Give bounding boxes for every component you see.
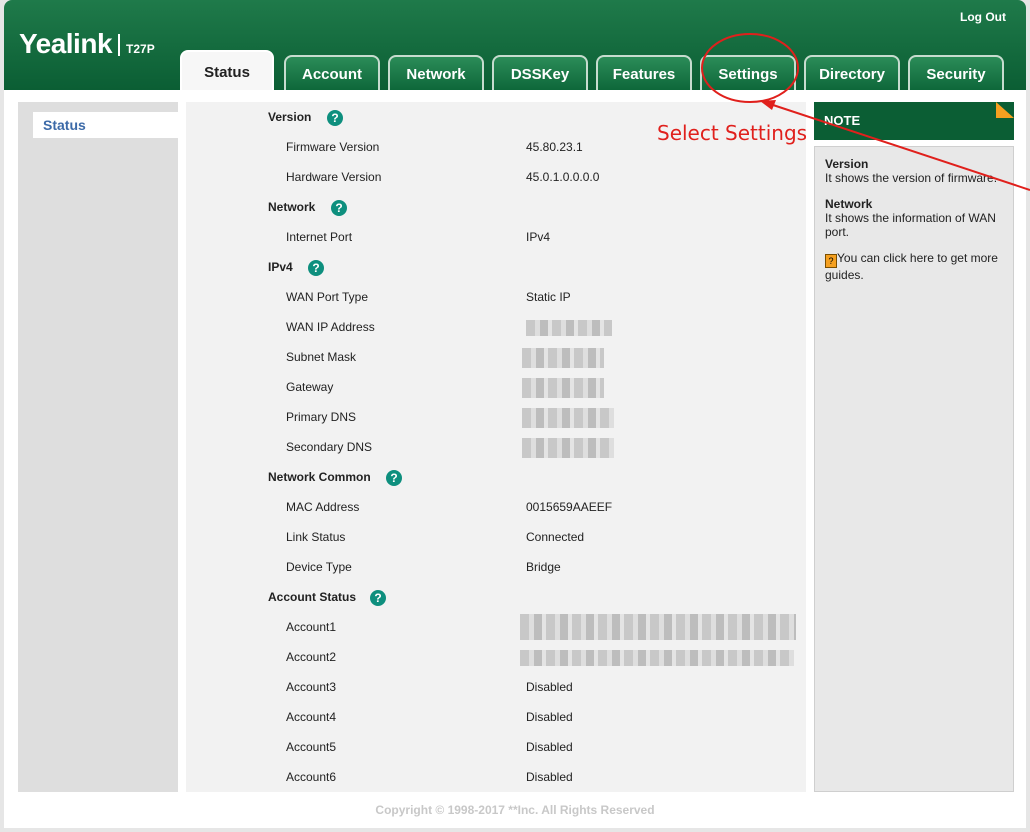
device-type-value: Bridge [526,560,561,574]
mac-address-label: MAC Address [286,500,360,514]
note-version-text: It shows the version of firmware. [825,171,998,185]
note-title: NOTE [824,113,861,128]
account6-label: Account6 [286,770,337,784]
firmware-version-value: 45.80.23.1 [526,140,583,154]
redacted-value [522,348,604,368]
guides-text[interactable]: You can click here to get more guides. [825,251,998,282]
note-header: NOTE [814,102,1014,140]
primary-dns-label: Primary DNS [286,410,357,424]
account3-label: Account3 [286,680,337,694]
firmware-version-label: Firmware Version [286,140,380,154]
tab-account[interactable]: Account [284,55,380,91]
status-panel: Version ? Firmware Version 45.80.23.1 Ha… [186,102,806,792]
help-icon[interactable]: ? [331,200,347,216]
note-network-text: It shows the information of WAN port. [825,211,996,239]
logout-link[interactable]: Log Out [960,10,1006,24]
tab-features[interactable]: Features [596,55,692,91]
section-ipv4-title: IPv4 [268,260,293,274]
note-version-title: Version [825,157,869,171]
account5-label: Account5 [286,740,337,754]
logo-text: Yealink [19,28,113,59]
mac-address-value: 0015659AAEEF [526,500,613,514]
note-network-title: Network [825,197,873,211]
redacted-value [526,320,612,336]
sidebar-item-status[interactable]: Status [33,112,178,138]
help-icon[interactable]: ? [327,110,343,126]
wan-ip-label: WAN IP Address [286,320,375,334]
hardware-version-value: 45.0.1.0.0.0.0 [526,170,600,184]
annotation-label: Select Settings [657,121,808,145]
wan-port-type-value: Static IP [526,290,571,304]
guides-link[interactable]: ? You can click here to get more guides. [825,251,1003,282]
internet-port-value: IPv4 [526,230,551,244]
redacted-value [520,650,794,666]
tab-directory[interactable]: Directory [804,55,900,91]
tab-dsskey[interactable]: DSSKey [492,55,588,91]
redacted-value [522,438,614,458]
tab-security[interactable]: Security [908,55,1004,91]
logo-divider [118,34,121,56]
help-icon[interactable]: ? [370,590,386,606]
link-status-value: Connected [526,530,585,544]
account1-label: Account1 [286,620,337,634]
copyright-footer: Copyright © 1998-2017 **Inc. All Rights … [375,803,655,817]
tab-settings[interactable]: Settings [700,55,796,91]
tab-status[interactable]: Status [180,50,274,92]
account5-value: Disabled [526,740,573,754]
section-version-title: Version [268,110,312,124]
help-icon[interactable]: ? [308,260,324,276]
secondary-dns-label: Secondary DNS [286,440,373,454]
folded-corner-icon [996,102,1014,118]
help-icon[interactable]: ? [386,470,402,486]
internet-port-label: Internet Port [286,230,353,244]
account4-label: Account4 [286,710,337,724]
account3-value: Disabled [526,680,573,694]
redacted-value [522,378,604,398]
section-network-title: Network [268,200,316,214]
subnet-mask-label: Subnet Mask [286,350,357,364]
guide-book-icon[interactable]: ? [825,254,837,268]
gateway-label: Gateway [286,380,334,394]
redacted-value [520,614,796,640]
account2-label: Account2 [286,650,337,664]
hardware-version-label: Hardware Version [286,170,382,184]
account4-value: Disabled [526,710,573,724]
yealink-logo: Yealink T27P [19,30,155,58]
section-account-status-title: Account Status [268,590,357,604]
sidebar: Status [18,102,178,792]
redacted-value [522,408,614,428]
device-type-label: Device Type [286,560,352,574]
model-label: T27P [126,42,155,56]
account6-value: Disabled [526,770,573,784]
note-body: Version It shows the version of firmware… [814,146,1014,792]
note-panel: NOTE Version It shows the version of fir… [814,102,1014,792]
tab-network[interactable]: Network [388,55,484,91]
wan-port-type-label: WAN Port Type [286,290,369,304]
section-network-common-title: Network Common [268,470,371,484]
link-status-label: Link Status [286,530,346,544]
